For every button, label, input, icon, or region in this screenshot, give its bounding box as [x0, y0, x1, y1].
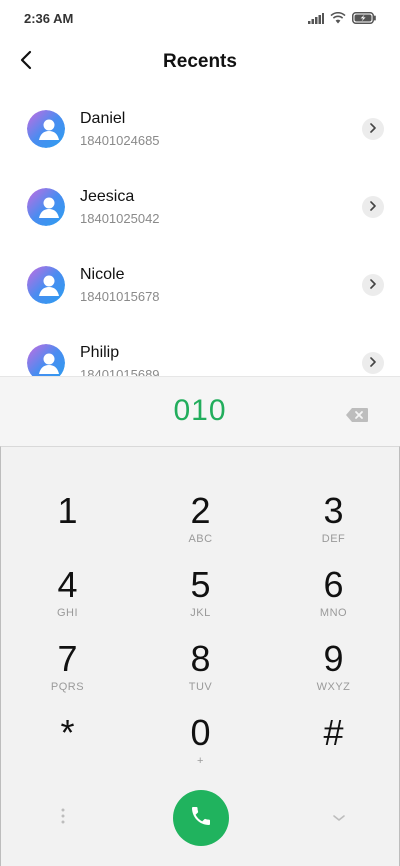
page-title: Recents: [163, 51, 237, 72]
number-display: 010: [0, 377, 400, 445]
key-7[interactable]: 7 PQRS: [1, 635, 134, 709]
collapse-dialpad-button[interactable]: [325, 803, 353, 833]
contact-number: 18401025042: [80, 210, 160, 226]
recent-contacts-list: Daniel 18401024685 Jeesica 18401025042 N…: [0, 90, 400, 376]
more-options-button[interactable]: [49, 803, 77, 833]
key-5[interactable]: 5 JKL: [134, 561, 267, 635]
call-button[interactable]: [173, 790, 229, 846]
contact-text: Philip 18401015689: [80, 343, 160, 377]
dialed-number: 010: [173, 394, 227, 427]
contact-text: Jeesica 18401025042: [80, 187, 160, 228]
phone-icon: [189, 804, 213, 833]
key-digit: 3: [323, 490, 344, 531]
key-digit: #: [323, 712, 344, 753]
key-letters: GHI: [56, 607, 79, 619]
avatar: [27, 110, 65, 148]
contact-name: Daniel: [80, 109, 126, 127]
contact-row[interactable]: Jeesica 18401025042: [0, 168, 400, 246]
contact-number: 18401024685: [80, 132, 160, 148]
key-letters: MNO: [319, 607, 348, 619]
contact-row[interactable]: Nicole 18401015678: [0, 246, 400, 324]
backspace-icon: [345, 407, 369, 428]
keypad: 1 2 ABC 3 DEF 4 GHI 5 JKL 6 MNO 7 PQRS 8: [0, 446, 400, 866]
contact-name: Philip: [80, 343, 120, 361]
contact-row[interactable]: Daniel 18401024685: [0, 90, 400, 168]
key-9[interactable]: 9 WXYZ: [267, 635, 400, 709]
key-digit: 6: [323, 564, 344, 605]
key-digit: 0: [190, 712, 211, 753]
key-1[interactable]: 1: [1, 487, 134, 561]
more-vertical-icon: [60, 807, 66, 830]
key-digit: 8: [190, 638, 211, 679]
key-hash[interactable]: #: [267, 709, 400, 783]
contact-details-button[interactable]: [362, 352, 384, 374]
key-letters: JKL: [190, 607, 211, 619]
key-letters: WXYZ: [316, 681, 351, 693]
status-bar: 2:36 AM: [0, 0, 400, 36]
contact-number: 18401015678: [80, 288, 160, 304]
key-digit: 2: [190, 490, 211, 531]
battery-charging-icon: [352, 12, 376, 24]
key-8[interactable]: 8 TUV: [134, 635, 267, 709]
key-6[interactable]: 6 MNO: [267, 561, 400, 635]
contact-name: Nicole: [80, 265, 125, 283]
backspace-button[interactable]: [344, 407, 370, 427]
contact-text: Nicole 18401015678: [80, 265, 160, 306]
avatar: [27, 188, 65, 226]
wifi-icon: [330, 12, 346, 24]
key-letters: PQRS: [50, 681, 85, 693]
back-button[interactable]: [8, 44, 44, 80]
back-arrow-icon: [19, 50, 33, 75]
contact-details-button[interactable]: [362, 274, 384, 296]
avatar: [27, 344, 65, 376]
key-letters: DEF: [321, 533, 346, 545]
header: Recents: [0, 40, 400, 84]
key-digit: 1: [57, 490, 78, 531]
contact-number: 18401015689: [80, 366, 160, 377]
contact-row[interactable]: Philip 18401015689: [0, 324, 400, 376]
key-letters: ABC: [188, 533, 213, 545]
key-3[interactable]: 3 DEF: [267, 487, 400, 561]
key-letters: +: [197, 755, 204, 767]
key-digit: 4: [57, 564, 78, 605]
signal-icon: [308, 12, 324, 24]
chevron-right-icon: [369, 354, 377, 372]
key-star[interactable]: *: [1, 709, 134, 783]
contact-text: Daniel 18401024685: [80, 109, 160, 150]
key-0[interactable]: 0 +: [134, 709, 267, 783]
key-letters: TUV: [188, 681, 213, 693]
key-digit: *: [60, 712, 75, 753]
avatar: [27, 266, 65, 304]
status-icons: [308, 12, 376, 24]
key-2[interactable]: 2 ABC: [134, 487, 267, 561]
contact-name: Jeesica: [80, 187, 135, 205]
dialpad-panel: 010 1 2 ABC 3 DEF 4 GHI 5 JKL 6 MNO 7 PQ…: [0, 376, 400, 866]
status-time: 2:36 AM: [24, 10, 74, 26]
chevron-right-icon: [369, 120, 377, 138]
contact-details-button[interactable]: [362, 196, 384, 218]
key-digit: 5: [190, 564, 211, 605]
chevron-down-icon: [332, 809, 346, 827]
dialer-actions: [1, 783, 400, 863]
contact-details-button[interactable]: [362, 118, 384, 140]
chevron-right-icon: [369, 276, 377, 294]
key-digit: 9: [323, 638, 344, 679]
chevron-right-icon: [369, 198, 377, 216]
key-digit: 7: [57, 638, 78, 679]
key-4[interactable]: 4 GHI: [1, 561, 134, 635]
